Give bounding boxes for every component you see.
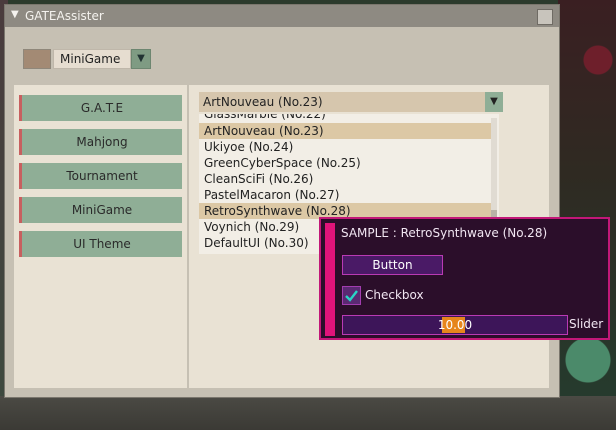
- background-scenery-right: [558, 0, 616, 430]
- sample-title: SAMPLE : RetroSynthwave (No.28): [341, 226, 548, 240]
- color-swatch[interactable]: [23, 49, 51, 69]
- list-item[interactable]: GreenCyberSpace (No.25): [199, 155, 494, 171]
- theme-select[interactable]: ArtNouveau (No.23) ▼: [199, 92, 503, 112]
- sidebar-item-gate[interactable]: G.A.T.E: [19, 95, 182, 121]
- minigame-select-value[interactable]: MiniGame: [53, 49, 131, 69]
- sample-button[interactable]: Button: [342, 255, 443, 275]
- checkbox-label: Checkbox: [365, 288, 424, 302]
- sidebar-item-tournament[interactable]: Tournament: [19, 163, 182, 189]
- dropdown-arrow-icon[interactable]: ▼: [485, 92, 503, 112]
- theme-sample-popup: SAMPLE : RetroSynthwave (No.28) Button C…: [319, 217, 610, 340]
- slider-value: 10.00: [437, 318, 473, 332]
- sidebar-item-ui-theme[interactable]: UI Theme: [19, 231, 182, 257]
- window-option-button[interactable]: [537, 9, 553, 25]
- window-title: GATEAssister: [25, 9, 104, 23]
- dropdown-arrow-icon[interactable]: ▼: [131, 49, 151, 69]
- theme-select-value: ArtNouveau (No.23): [203, 95, 323, 109]
- check-icon: [345, 290, 358, 302]
- sample-slider[interactable]: 10.00: [342, 315, 568, 335]
- window-titlebar[interactable]: ▼ GATEAssister: [5, 5, 559, 27]
- list-scrollbar[interactable]: [491, 118, 497, 224]
- list-item[interactable]: ArtNouveau (No.23): [199, 123, 494, 139]
- sample-accent-bar: [325, 223, 335, 336]
- list-item[interactable]: CleanSciFi (No.26): [199, 171, 494, 187]
- sidebar-item-minigame[interactable]: MiniGame: [19, 197, 182, 223]
- background-scenery-bottom: [0, 396, 616, 430]
- sidebar-item-mahjong[interactable]: Mahjong: [19, 129, 182, 155]
- minigame-select[interactable]: MiniGame ▼: [23, 49, 151, 69]
- sidebar-nav: G.A.T.E Mahjong Tournament MiniGame UI T…: [14, 85, 187, 388]
- slider-label: Slider: [569, 317, 604, 331]
- list-item[interactable]: GlassMarble (No.22): [199, 114, 494, 122]
- sample-checkbox[interactable]: [342, 286, 361, 305]
- list-item[interactable]: Ukiyoe (No.24): [199, 139, 494, 155]
- list-item[interactable]: PastelMacaron (No.27): [199, 187, 494, 203]
- collapse-triangle-icon[interactable]: ▼: [11, 9, 19, 20]
